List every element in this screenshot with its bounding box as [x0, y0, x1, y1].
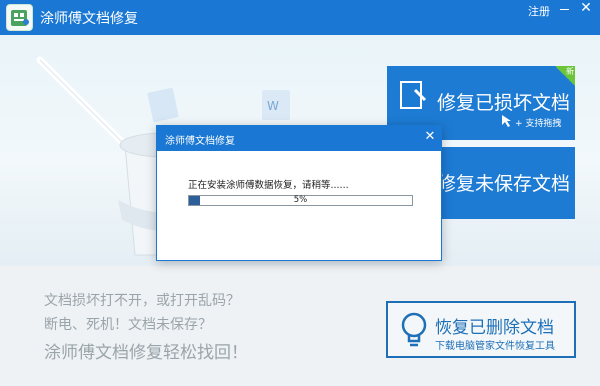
- recover-deleted-button[interactable]: 恢复已删除文档 下载电脑管家文件恢复工具: [386, 301, 576, 358]
- dialog-close-icon[interactable]: ✕: [423, 130, 437, 144]
- app-title: 涂师傅文档修复: [40, 11, 138, 27]
- install-progress-bar: 5%: [188, 195, 413, 206]
- progress-text: 5%: [293, 195, 308, 205]
- document-repair-icon: [400, 81, 427, 109]
- recover-deleted-label: 恢复已删除文档: [435, 318, 554, 338]
- slogan-line-1: 文档损坏打不开，或打开乱码？: [44, 293, 240, 309]
- register-link[interactable]: 注册: [528, 3, 550, 19]
- repair-unsaved-label: 修复未保存文档: [437, 173, 571, 195]
- title-bar: 涂师傅文档修复 注册 ✕: [0, 0, 600, 35]
- repair-damaged-sub: + 支持拖拽: [515, 119, 562, 129]
- recover-deleted-sub: 下载电脑管家文件恢复工具: [435, 341, 555, 352]
- svg-text:W: W: [267, 99, 279, 113]
- close-icon[interactable]: ✕: [578, 0, 594, 16]
- drag-cursor-icon: [502, 115, 511, 127]
- lightbulb-icon: [401, 312, 427, 347]
- install-dialog: 涂师傅文档修复 ✕ 正在安装涂师傅数据恢复，请稍等...... 5%: [156, 125, 442, 261]
- new-badge: 新: [555, 66, 575, 86]
- dialog-title: 涂师傅文档修复: [165, 136, 235, 147]
- slogan-line-3: 涂师傅文档修复轻松找回！: [44, 343, 248, 363]
- dialog-title-bar: 涂师傅文档修复 ✕: [157, 126, 441, 151]
- slogan-line-2: 断电、死机！文档未保存？: [44, 317, 212, 333]
- app-logo-icon: [6, 4, 33, 31]
- dialog-message: 正在安装涂师傅数据恢复，请稍等......: [188, 180, 349, 191]
- repair-damaged-label: 修复已损坏文档: [437, 92, 571, 114]
- minimize-icon[interactable]: [558, 3, 572, 15]
